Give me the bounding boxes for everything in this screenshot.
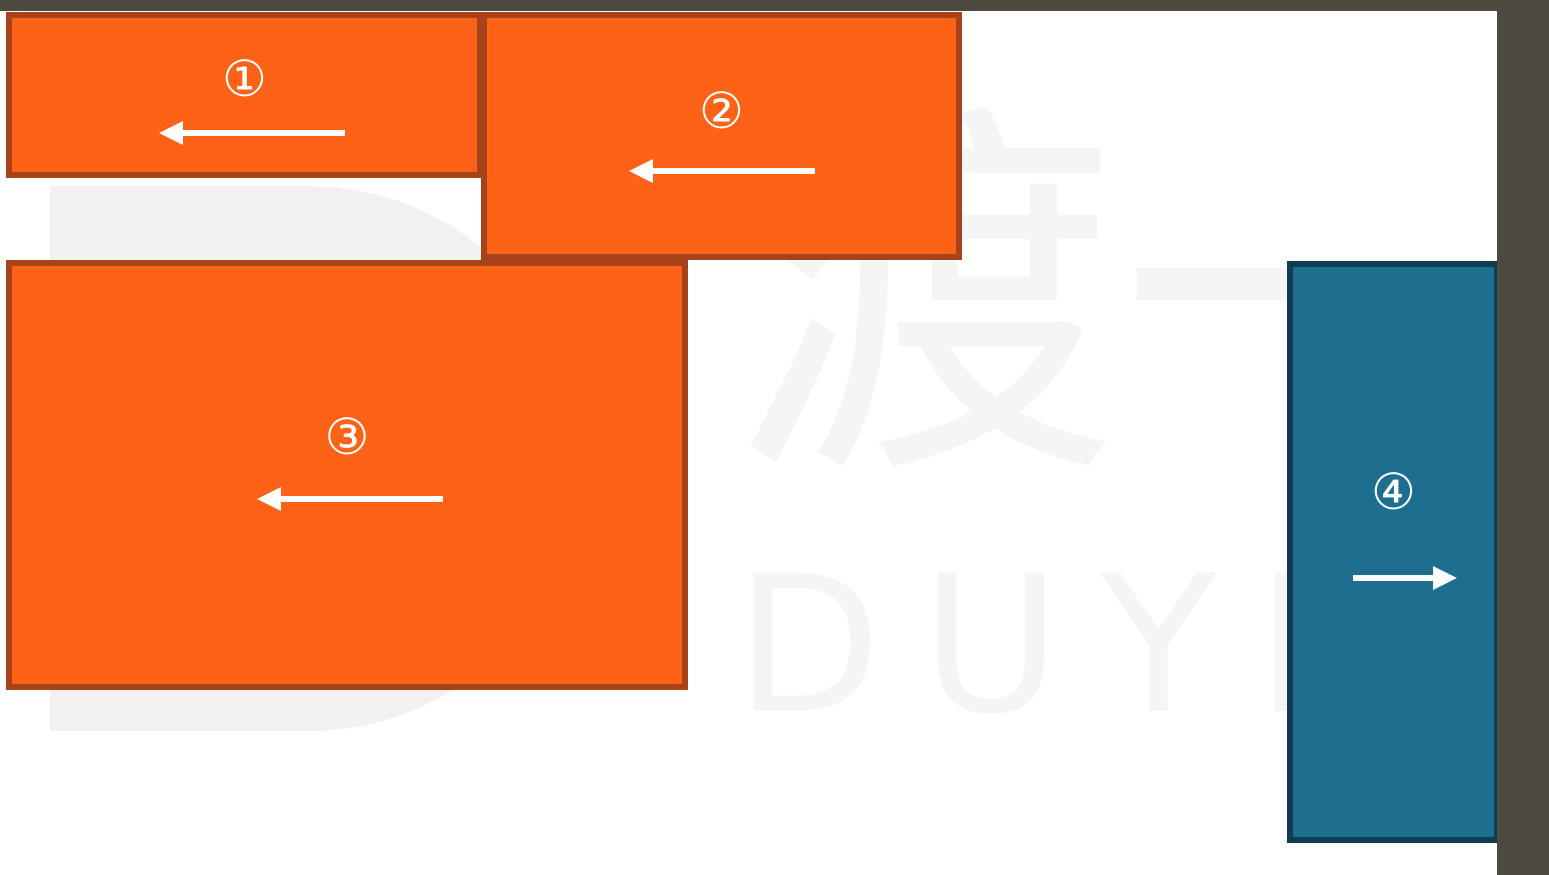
arrow-left-icon bbox=[629, 159, 815, 183]
float-box-2: ② bbox=[481, 12, 962, 260]
box-2-number: ② bbox=[699, 82, 744, 140]
float-box-3: ③ bbox=[6, 260, 688, 690]
box-1-number: ① bbox=[222, 50, 267, 108]
float-box-1: ① bbox=[6, 12, 483, 178]
arrow-left-icon bbox=[159, 121, 345, 145]
arrow-right-icon bbox=[1353, 566, 1457, 590]
diagram-canvas: 渡一 DUYI EDU ① ② ③ ④ bbox=[0, 11, 1497, 875]
float-box-4: ④ bbox=[1287, 261, 1497, 843]
box-3-number: ③ bbox=[324, 408, 370, 466]
box-4-number: ④ bbox=[1371, 463, 1416, 521]
arrow-left-icon bbox=[257, 487, 443, 511]
